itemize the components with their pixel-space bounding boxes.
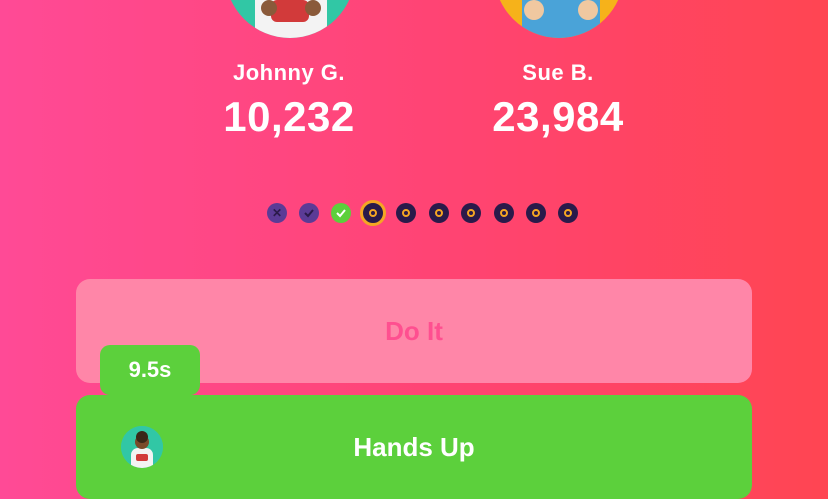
player-photo-icon	[494, 0, 624, 38]
question-pending-icon	[396, 203, 416, 223]
answer-timer-badge: 9.5s	[100, 345, 200, 395]
question-current-icon	[360, 200, 386, 226]
question-pending-icon	[429, 203, 449, 223]
question-pending-icon	[494, 203, 514, 223]
answer-label: Do It	[385, 315, 443, 346]
question-pending-icon	[461, 203, 481, 223]
answer-player-avatar	[121, 426, 163, 468]
timer-value: 9.5s	[128, 357, 172, 382]
answer-option-selected[interactable]: Hands Up	[76, 395, 752, 499]
player-photo-icon	[225, 0, 355, 38]
question-correct-icon	[299, 203, 319, 223]
player-name: Sue B.	[522, 60, 594, 85]
timer-pointer	[131, 393, 153, 405]
player-avatar-right	[494, 0, 624, 38]
player-name: Johnny G.	[232, 60, 346, 85]
player-photo-icon	[121, 426, 163, 468]
question-pending-icon	[558, 203, 578, 223]
player-avatar-left	[225, 0, 355, 38]
question-progress: ✕	[264, 200, 584, 226]
player-score: 10,232	[223, 93, 355, 140]
answer-label: Hands Up	[353, 431, 475, 462]
question-wrong-icon: ✕	[267, 203, 287, 223]
question-correct-icon	[331, 203, 351, 223]
player-score: 23,984	[492, 93, 624, 140]
question-pending-icon	[526, 203, 546, 223]
